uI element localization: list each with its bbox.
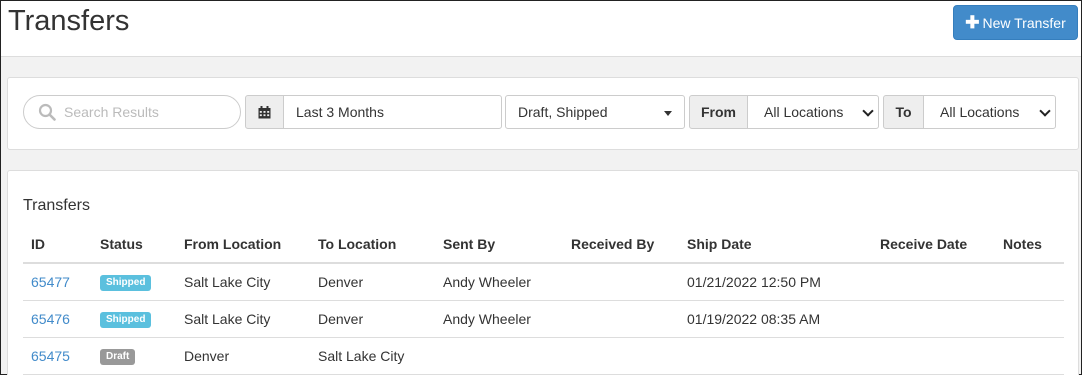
column-header[interactable]: Notes [995, 225, 1064, 264]
transfer-id-link[interactable]: 65476 [31, 311, 70, 327]
from-label: From [701, 104, 736, 120]
date-range-value: Last 3 Months [296, 104, 384, 120]
ship-date-cell [679, 337, 872, 375]
search-icon [38, 103, 56, 121]
from-location-cell: Salt Lake City [176, 300, 310, 338]
filter-panel: Last 3 Months Draft, Shipped From All Lo… [7, 77, 1079, 150]
receive-date-cell [872, 337, 995, 375]
ship-date-cell: 01/19/2022 08:35 AM [679, 300, 872, 338]
to-location-select[interactable]: All Locations [923, 95, 1056, 129]
sent-by-cell: Andy Wheeler [435, 300, 563, 338]
received-by-cell [563, 300, 679, 338]
to-location-value: All Locations [940, 104, 1020, 120]
column-header[interactable]: ID [23, 225, 92, 264]
new-transfer-label: New Transfer [982, 14, 1066, 31]
table-header-row: ID Status From Location To Location Sent… [23, 225, 1064, 264]
column-header[interactable]: To Location [310, 225, 435, 264]
notes-cell [995, 337, 1064, 375]
date-range-addon[interactable] [245, 95, 284, 129]
from-location-select[interactable]: All Locations [747, 95, 879, 129]
sent-by-cell [435, 337, 563, 375]
status-select[interactable]: Draft, Shipped [505, 95, 685, 129]
received-by-cell [563, 337, 679, 375]
panel-title: Transfers [23, 197, 90, 214]
column-header[interactable]: Status [92, 225, 176, 264]
column-header[interactable]: Receive Date [872, 225, 995, 264]
date-range-input[interactable]: Last 3 Months [283, 95, 502, 129]
column-header[interactable]: Sent By [435, 225, 563, 264]
page-header: Transfers ✚ New Transfer [1, 1, 1081, 57]
receive-date-cell [872, 263, 995, 301]
ship-date-cell: 01/21/2022 12:50 PM [679, 263, 872, 301]
sent-by-cell: Andy Wheeler [435, 263, 563, 301]
table-row[interactable]: 65475 Draft Denver Salt Lake City [23, 337, 1064, 375]
notes-cell [995, 300, 1064, 338]
to-location-cell: Denver [310, 300, 435, 338]
new-transfer-button[interactable]: ✚ New Transfer [953, 5, 1078, 40]
page-title: Transfers [8, 5, 130, 37]
plus-icon: ✚ [965, 13, 980, 32]
column-header[interactable]: From Location [176, 225, 310, 264]
column-header[interactable]: Ship Date [679, 225, 872, 264]
search-box[interactable] [23, 95, 241, 129]
from-location-cell: Salt Lake City [176, 263, 310, 301]
transfers-table: ID Status From Location To Location Sent… [23, 225, 1064, 375]
from-addon: From [689, 95, 748, 129]
from-location-cell: Denver [176, 337, 310, 375]
from-location-value: All Locations [764, 104, 844, 120]
notes-cell [995, 263, 1064, 301]
to-location-cell: Denver [310, 263, 435, 301]
to-location-cell: Salt Lake City [310, 337, 435, 375]
column-header[interactable]: Received By [563, 225, 679, 264]
status-badge: Shipped [100, 312, 152, 328]
calendar-icon [258, 105, 271, 118]
status-select-value: Draft, Shipped [518, 104, 608, 120]
status-badge: Draft [100, 349, 136, 365]
to-addon: To [883, 95, 924, 129]
caret-down-icon [664, 111, 672, 116]
received-by-cell [563, 263, 679, 301]
transfer-id-link[interactable]: 65475 [31, 348, 70, 364]
search-input[interactable] [64, 104, 224, 120]
transfers-panel: Transfers ID Status From Location To Loc… [7, 170, 1079, 375]
chevron-down-icon [1039, 105, 1051, 117]
table-row[interactable]: 65476 Shipped Salt Lake City Denver Andy… [23, 300, 1064, 338]
status-badge: Shipped [100, 275, 152, 292]
transfer-id-link[interactable]: 65477 [31, 274, 70, 290]
chevron-down-icon [862, 105, 874, 117]
receive-date-cell [872, 300, 995, 338]
table-row[interactable]: 65477 Shipped Salt Lake City Denver Andy… [23, 263, 1064, 301]
to-label: To [895, 104, 912, 120]
